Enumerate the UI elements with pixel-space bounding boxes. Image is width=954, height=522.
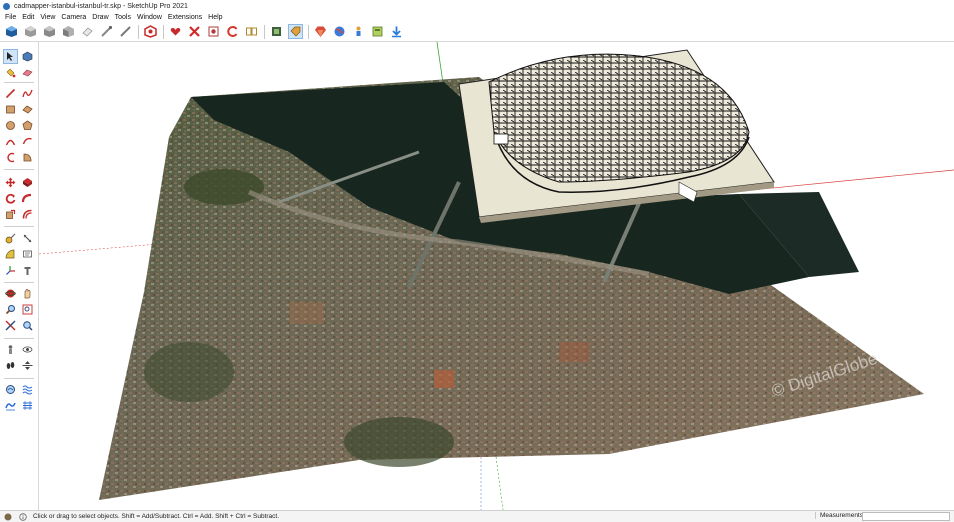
gem-icon[interactable]	[313, 24, 328, 39]
toolbar-divider	[163, 24, 164, 39]
menu-view[interactable]: View	[37, 14, 58, 21]
book-icon[interactable]	[244, 24, 259, 39]
stamp-icon[interactable]	[20, 398, 35, 413]
arc-icon[interactable]	[3, 134, 18, 149]
scale-icon[interactable]	[3, 207, 18, 222]
move-icon[interactable]	[3, 175, 18, 190]
menu-help[interactable]: Help	[205, 14, 225, 21]
sketchup-logo-icon[interactable]	[4, 24, 19, 39]
two-point-arc-icon[interactable]	[20, 134, 35, 149]
palette-divider	[4, 378, 34, 379]
push-pull-icon[interactable]	[20, 175, 35, 190]
follow-me-icon[interactable]	[20, 191, 35, 206]
sandbox-scratch-icon[interactable]	[20, 382, 35, 397]
sketchup-app-icon	[3, 2, 10, 10]
tape-measure-icon[interactable]	[3, 231, 18, 246]
title-bar: cadmapper-istanbul-istanbul-tr.skp - Ske…	[0, 0, 954, 12]
circle-icon[interactable]	[3, 118, 18, 133]
text-tool-icon[interactable]	[20, 247, 35, 262]
extension-icon[interactable]	[370, 24, 385, 39]
scene-canvas[interactable]: © DigitalGlobe	[39, 42, 954, 510]
model-viewport[interactable]: © DigitalGlobe	[39, 42, 954, 510]
heart-tag-icon[interactable]	[168, 24, 183, 39]
freehand-icon[interactable]	[20, 86, 35, 101]
menu-tools[interactable]: Tools	[112, 14, 134, 21]
toolbar-divider	[138, 24, 139, 39]
3d-text-icon[interactable]	[20, 263, 35, 278]
smoove-icon[interactable]	[3, 398, 18, 413]
three-point-arc-icon[interactable]	[3, 150, 18, 165]
info-icon[interactable]	[19, 512, 27, 521]
paint-bucket-icon[interactable]	[3, 65, 18, 80]
menu-edit[interactable]: Edit	[19, 14, 37, 21]
polygon-icon[interactable]	[20, 118, 35, 133]
protractor-icon[interactable]	[3, 247, 18, 262]
red-x-icon[interactable]	[187, 24, 202, 39]
rotated-rectangle-icon[interactable]	[20, 102, 35, 117]
eraser-icon[interactable]	[20, 65, 35, 80]
palette-divider	[4, 82, 34, 83]
palette-divider	[4, 338, 34, 339]
zoom-icon[interactable]	[3, 302, 18, 317]
sandbox-from-contours-icon[interactable]	[3, 382, 18, 397]
measurements-label: Measurements	[815, 512, 863, 519]
axes-tool-icon[interactable]	[3, 263, 18, 278]
menu-camera[interactable]: Camera	[58, 14, 89, 21]
toolbar-divider	[264, 24, 265, 39]
layers-icon[interactable]	[269, 24, 284, 39]
iso-view-cube-icon[interactable]	[23, 24, 38, 39]
menu-bar: File Edit View Camera Draw Tools Window …	[0, 12, 954, 22]
section-plane-icon[interactable]	[20, 358, 35, 373]
make-component-icon[interactable]	[20, 49, 35, 64]
menu-extensions[interactable]: Extensions	[165, 14, 205, 21]
eyedropper-icon[interactable]	[99, 24, 114, 39]
palette-divider	[4, 226, 34, 227]
component-icon[interactable]	[143, 24, 158, 39]
top-view-cube-icon[interactable]	[42, 24, 57, 39]
menu-window[interactable]: Window	[134, 14, 165, 21]
eraser-box-icon[interactable]	[80, 24, 95, 39]
menu-file[interactable]: File	[0, 14, 19, 21]
zoom-extents-icon[interactable]	[3, 318, 18, 333]
offset-icon[interactable]	[20, 207, 35, 222]
front-view-cube-icon[interactable]	[61, 24, 76, 39]
walk-icon[interactable]	[3, 358, 18, 373]
tag-active-icon[interactable]	[288, 24, 303, 39]
pan-hand-icon[interactable]	[20, 286, 35, 301]
palette-divider	[4, 282, 34, 283]
pie-icon[interactable]	[20, 150, 35, 165]
menu-draw[interactable]: Draw	[89, 14, 111, 21]
position-camera-icon[interactable]	[3, 342, 18, 357]
scenes-icon[interactable]	[206, 24, 221, 39]
globe-icon[interactable]	[332, 24, 347, 39]
look-around-icon[interactable]	[20, 342, 35, 357]
geolocation-icon[interactable]	[4, 513, 12, 521]
line-tool-icon[interactable]	[3, 86, 18, 101]
dimension-icon[interactable]	[20, 231, 35, 246]
orbit-icon[interactable]	[225, 24, 240, 39]
palette-divider	[4, 169, 34, 170]
toolbar-divider	[308, 24, 309, 39]
zoom-window-icon[interactable]	[20, 302, 35, 317]
rectangle-icon[interactable]	[3, 102, 18, 117]
pencil-icon[interactable]	[118, 24, 133, 39]
status-hint: Click or drag to select objects. Shift =…	[33, 513, 280, 520]
orbit-tool-icon[interactable]	[3, 286, 18, 301]
previous-view-icon[interactable]	[20, 318, 35, 333]
select-arrow-icon[interactable]	[3, 49, 18, 64]
measurements-field[interactable]	[862, 512, 950, 521]
download-icon[interactable]	[389, 24, 404, 39]
window-title: cadmapper-istanbul-istanbul-tr.skp - Ske…	[14, 2, 188, 10]
rotate-icon[interactable]	[3, 191, 18, 206]
person-icon[interactable]	[351, 24, 366, 39]
top-toolbar	[0, 22, 954, 42]
left-tool-palette	[0, 42, 39, 510]
status-bar: Click or drag to select objects. Shift =…	[0, 510, 954, 522]
